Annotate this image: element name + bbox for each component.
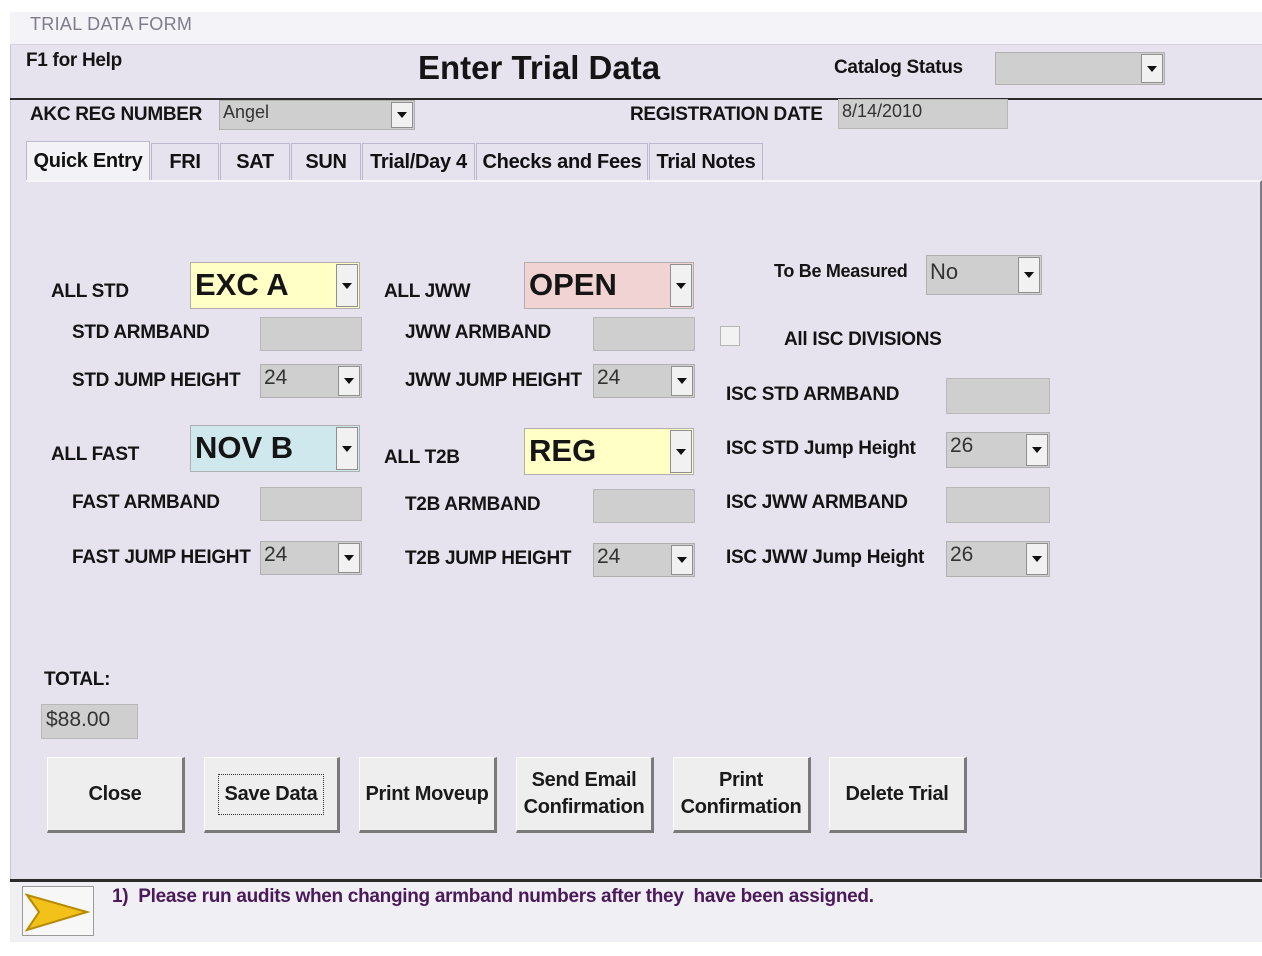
chevron-down-icon[interactable] bbox=[1026, 434, 1048, 466]
chevron-down-icon[interactable] bbox=[670, 264, 692, 307]
tab-trial-notes[interactable]: Trial Notes bbox=[649, 143, 763, 181]
std-armband-label: STD ARMBAND bbox=[72, 322, 210, 343]
total-value: $88.00 bbox=[41, 704, 138, 739]
fast-armband-label: FAST ARMBAND bbox=[72, 492, 220, 513]
all-t2b-select[interactable]: REG bbox=[524, 428, 694, 475]
isc-std-jump-select[interactable]: 26 bbox=[946, 432, 1050, 468]
isc-std-jump-label: ISC STD Jump Height bbox=[726, 438, 916, 459]
arrow-icon bbox=[22, 886, 94, 936]
print-confirmation-button[interactable]: Print Confirmation bbox=[673, 757, 811, 833]
chevron-down-icon[interactable] bbox=[671, 366, 693, 396]
print-moveup-button[interactable]: Print Moveup bbox=[359, 757, 497, 833]
fast-armband-field[interactable] bbox=[260, 487, 362, 521]
std-jump-label: STD JUMP HEIGHT bbox=[72, 370, 241, 391]
all-fast-value: NOV B bbox=[195, 430, 294, 465]
chevron-down-icon[interactable] bbox=[670, 430, 692, 473]
page-title: Enter Trial Data bbox=[418, 49, 661, 86]
chevron-down-icon[interactable] bbox=[1018, 257, 1040, 293]
t2b-armband-label: T2B ARMBAND bbox=[405, 494, 541, 515]
isc-jww-jump-select[interactable]: 26 bbox=[946, 541, 1050, 577]
all-jww-select[interactable]: OPEN bbox=[524, 262, 694, 309]
tab-fri[interactable]: FRI bbox=[151, 143, 219, 181]
reg-date-field[interactable]: 8/14/2010 bbox=[838, 99, 1008, 129]
all-t2b-label: ALL T2B bbox=[384, 447, 460, 468]
jww-armband-label: JWW ARMBAND bbox=[405, 322, 551, 343]
chevron-down-icon[interactable] bbox=[1026, 543, 1048, 575]
tab-sat[interactable]: SAT bbox=[220, 143, 290, 181]
all-t2b-value: REG bbox=[529, 433, 597, 468]
title-bar: TRIAL DATA FORM bbox=[10, 12, 1262, 45]
akc-reg-label: AKC REG NUMBER bbox=[30, 104, 203, 125]
chevron-down-icon[interactable] bbox=[336, 264, 358, 307]
t2b-armband-field[interactable] bbox=[593, 489, 695, 523]
help-hint: F1 for Help bbox=[26, 50, 122, 71]
all-fast-select[interactable]: NOV B bbox=[190, 425, 360, 472]
window-title: TRIAL DATA FORM bbox=[30, 14, 193, 34]
all-fast-label: ALL FAST bbox=[51, 444, 140, 465]
chevron-down-icon[interactable] bbox=[671, 545, 693, 575]
header-divider bbox=[10, 98, 1262, 100]
fast-jump-label: FAST JUMP HEIGHT bbox=[72, 547, 251, 568]
std-jump-select[interactable]: 24 bbox=[260, 364, 362, 398]
tab-sun[interactable]: SUN bbox=[291, 143, 361, 181]
all-isc-divisions-label: All ISC DIVISIONS bbox=[784, 329, 942, 350]
all-isc-divisions-checkbox[interactable] bbox=[720, 326, 740, 346]
close-button[interactable]: Close bbox=[47, 757, 185, 833]
chevron-down-icon[interactable] bbox=[338, 543, 360, 573]
isc-std-armband-label: ISC STD ARMBAND bbox=[726, 384, 900, 405]
akc-reg-select[interactable]: Angel bbox=[219, 100, 415, 130]
to-be-measured-label: To Be Measured bbox=[774, 261, 908, 281]
reg-date-label: REGISTRATION DATE bbox=[630, 104, 823, 125]
tab-trial-day-4[interactable]: Trial/Day 4 bbox=[362, 143, 475, 181]
isc-jww-armband-field[interactable] bbox=[946, 487, 1050, 523]
all-jww-label: ALL JWW bbox=[384, 281, 471, 302]
save-data-button[interactable]: Save Data bbox=[204, 757, 340, 833]
isc-jww-armband-label: ISC JWW ARMBAND bbox=[726, 492, 908, 513]
chevron-down-icon[interactable] bbox=[391, 102, 413, 128]
catalog-status-select[interactable] bbox=[995, 52, 1165, 85]
isc-jww-jump-label: ISC JWW Jump Height bbox=[726, 547, 925, 568]
tab-quick-entry[interactable]: Quick Entry bbox=[26, 141, 150, 181]
to-be-measured-select[interactable]: No bbox=[926, 255, 1042, 295]
tab-checks-and-fees[interactable]: Checks and Fees bbox=[476, 143, 648, 181]
fast-jump-select[interactable]: 24 bbox=[260, 541, 362, 575]
delete-trial-button[interactable]: Delete Trial bbox=[829, 757, 967, 833]
all-jww-value: OPEN bbox=[529, 267, 617, 302]
chevron-down-icon[interactable] bbox=[1141, 54, 1163, 83]
all-std-label: ALL STD bbox=[51, 281, 129, 302]
catalog-status-label: Catalog Status bbox=[834, 57, 963, 78]
jww-jump-select[interactable]: 24 bbox=[593, 364, 695, 398]
total-label: TOTAL: bbox=[44, 669, 111, 690]
isc-std-armband-field[interactable] bbox=[946, 378, 1050, 414]
chevron-down-icon[interactable] bbox=[336, 427, 358, 470]
chevron-down-icon[interactable] bbox=[338, 366, 360, 396]
t2b-jump-label: T2B JUMP HEIGHT bbox=[405, 548, 572, 569]
send-email-confirmation-button[interactable]: Send Email Confirmation bbox=[516, 757, 654, 833]
all-std-value: EXC A bbox=[195, 267, 289, 302]
all-std-select[interactable]: EXC A bbox=[190, 262, 360, 309]
std-armband-field[interactable] bbox=[260, 317, 362, 351]
jww-jump-label: JWW JUMP HEIGHT bbox=[405, 370, 582, 391]
status-message: 1) Please run audits when changing armba… bbox=[112, 886, 874, 907]
jww-armband-field[interactable] bbox=[593, 317, 695, 351]
t2b-jump-select[interactable]: 24 bbox=[593, 543, 695, 577]
